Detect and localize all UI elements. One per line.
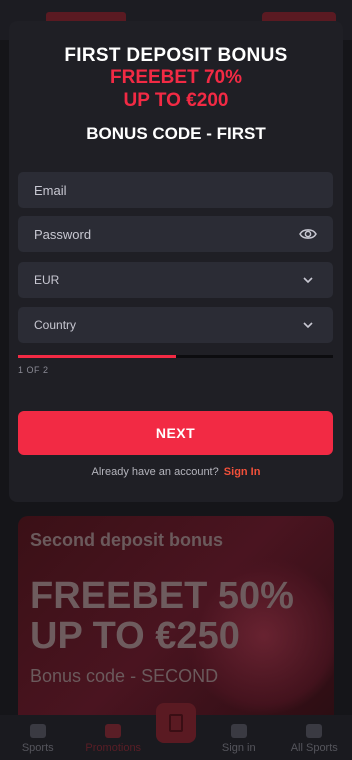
step-progress-fill — [18, 355, 176, 358]
second-deposit-promo-banner[interactable]: Second deposit bonus FREEBET 50% UP TO €… — [18, 516, 334, 730]
sign-in-link[interactable]: Sign In — [224, 466, 261, 478]
trophy-icon — [29, 724, 46, 738]
login-prompt: Already have an account? Sign In — [9, 466, 343, 478]
promo-title: Second deposit bonus — [30, 530, 224, 550]
password-input[interactable] — [34, 226, 299, 242]
chevron-down-icon — [299, 271, 317, 289]
gift-icon — [105, 724, 122, 738]
bonus-offer-line1: FREEBET 70% — [110, 67, 242, 88]
nav-all-sports[interactable]: All Sports — [277, 715, 352, 760]
email-field[interactable] — [18, 172, 333, 208]
nav-sports[interactable]: Sports — [0, 715, 76, 760]
step-progress-bar — [18, 355, 333, 358]
country-value: Country — [34, 318, 77, 332]
step-indicator: 1 OF 2 — [18, 365, 49, 375]
nav-all-sports-label: All Sports — [290, 742, 338, 754]
nav-promotions-label: Promotions — [85, 742, 142, 754]
nav-sign-in-label: Sign in — [221, 742, 256, 754]
password-field[interactable] — [18, 216, 333, 252]
bottom-navigation: Sports Promotions Sign in All Sports — [0, 703, 352, 760]
promo-code: Bonus code - SECOND — [30, 666, 219, 686]
next-button[interactable]: NEXT — [18, 411, 333, 455]
login-prompt-text: Already have an account? — [91, 466, 219, 478]
list-icon — [306, 724, 323, 738]
bonus-code-label: BONUS CODE - FIRST — [86, 124, 266, 143]
betslip-icon — [169, 714, 183, 732]
nav-sports-label: Sports — [21, 742, 54, 754]
nav-sign-in[interactable]: Sign in — [201, 715, 277, 760]
nav-promotions[interactable]: Promotions — [76, 715, 152, 760]
eye-icon[interactable] — [299, 225, 317, 243]
betslip-button[interactable] — [156, 703, 196, 743]
email-input[interactable] — [34, 182, 317, 198]
country-select[interactable]: Country — [18, 307, 333, 343]
currency-value: EUR — [34, 273, 60, 287]
bonus-title: FIRST DEPOSIT BONUS — [64, 45, 288, 66]
promo-offer-line2: UP TO €250 — [30, 615, 240, 657]
registration-modal: FIRST DEPOSIT BONUS FREEBET 70% UP TO €2… — [9, 21, 343, 502]
chevron-down-icon — [299, 316, 317, 334]
promo-offer-line1: FREEBET 50% — [30, 575, 294, 617]
bonus-offer-line2: UP TO €200 — [123, 90, 229, 111]
user-icon — [230, 724, 247, 738]
nav-center — [151, 703, 201, 760]
promo-offer: FREEBET 50% UP TO €250 — [30, 576, 294, 656]
currency-select[interactable]: EUR — [18, 262, 333, 298]
